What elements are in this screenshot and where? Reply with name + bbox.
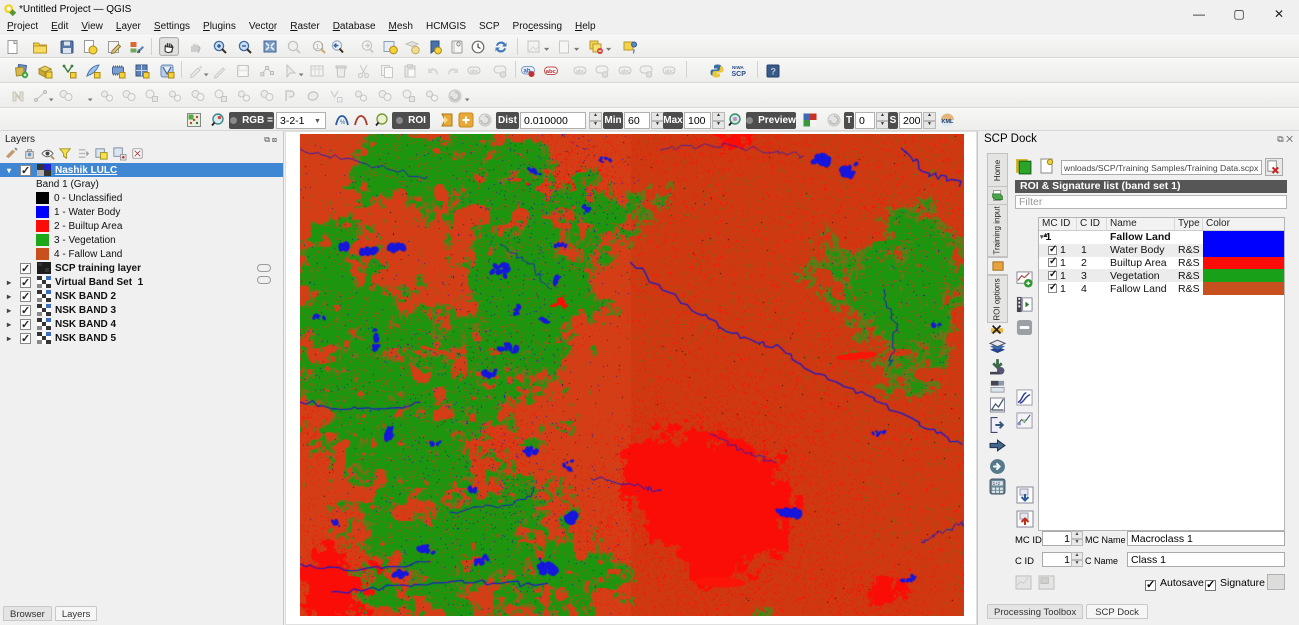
svg-text:abc: abc xyxy=(470,69,479,75)
svg-text:abc: abc xyxy=(546,69,557,75)
svg-text:1:1: 1:1 xyxy=(315,45,324,51)
svg-text:abc: abc xyxy=(576,69,585,75)
svg-text:abc: abc xyxy=(665,69,674,75)
svg-text:%: % xyxy=(340,120,346,126)
svg-text:?: ? xyxy=(771,67,777,77)
svg-text:abc: abc xyxy=(621,69,630,75)
svg-text:KML: KML xyxy=(942,119,955,125)
svg-text:SCP: SCP xyxy=(732,71,747,78)
svg-text:NIWA: NIWA xyxy=(732,65,744,70)
svg-text:1+2: 1+2 xyxy=(993,481,1001,486)
